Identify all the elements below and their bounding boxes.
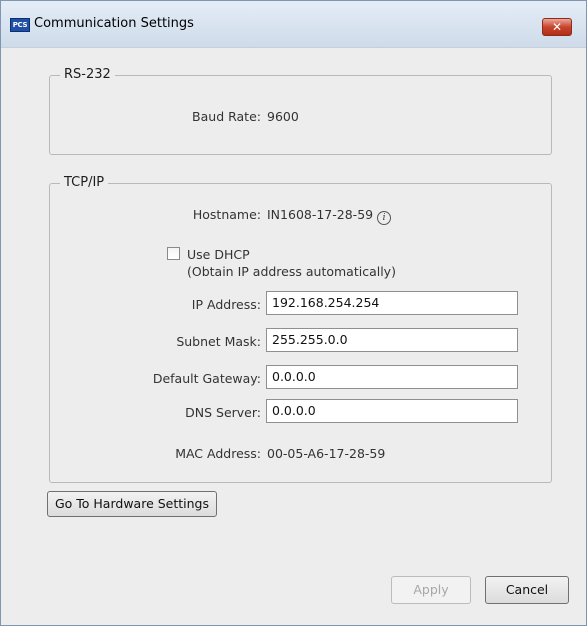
- tcpip-legend: TCP/IP: [60, 175, 109, 190]
- use-dhcp-sublabel: (Obtain IP address automatically): [187, 264, 396, 279]
- info-icon[interactable]: i: [377, 211, 392, 225]
- title-bar[interactable]: PCS Communication Settings ✕: [1, 1, 586, 48]
- cancel-button[interactable]: Cancel: [485, 576, 569, 604]
- dns-server-field[interactable]: 0.0.0.0: [266, 399, 518, 423]
- baud-rate-value: 9600: [267, 109, 299, 124]
- apply-button[interactable]: Apply: [391, 576, 471, 604]
- subnet-mask-label: Subnet Mask:: [176, 334, 261, 349]
- baud-rate-label: Baud Rate:: [192, 109, 261, 124]
- hostname-label: Hostname:: [192, 207, 261, 222]
- hostname-row: IN1608-17-28-59 i: [267, 207, 392, 225]
- window-title: Communication Settings: [34, 16, 194, 31]
- hostname-value: IN1608-17-28-59: [267, 207, 374, 222]
- rs232-legend: RS-232: [60, 67, 115, 82]
- use-dhcp-label[interactable]: Use DHCP: [187, 247, 250, 262]
- default-gateway-field[interactable]: 0.0.0.0: [266, 365, 518, 389]
- default-gateway-label: Default Gateway:: [152, 371, 261, 386]
- ip-address-field[interactable]: 192.168.254.254: [266, 291, 518, 315]
- ip-address-label: IP Address:: [191, 297, 261, 312]
- mac-address-value: 00-05-A6-17-28-59: [267, 446, 386, 461]
- go-to-hardware-settings-button[interactable]: Go To Hardware Settings: [47, 491, 217, 517]
- mac-address-label: MAC Address:: [175, 446, 261, 461]
- close-icon: ✕: [551, 20, 563, 34]
- pcs-app-icon: PCS: [10, 18, 30, 32]
- use-dhcp-checkbox[interactable]: [167, 247, 180, 260]
- communication-settings-dialog: PCS Communication Settings ✕ RS-232 Baud…: [0, 0, 587, 626]
- close-button[interactable]: ✕: [542, 18, 572, 36]
- dns-server-label: DNS Server:: [185, 405, 261, 420]
- subnet-mask-field[interactable]: 255.255.0.0: [266, 328, 518, 352]
